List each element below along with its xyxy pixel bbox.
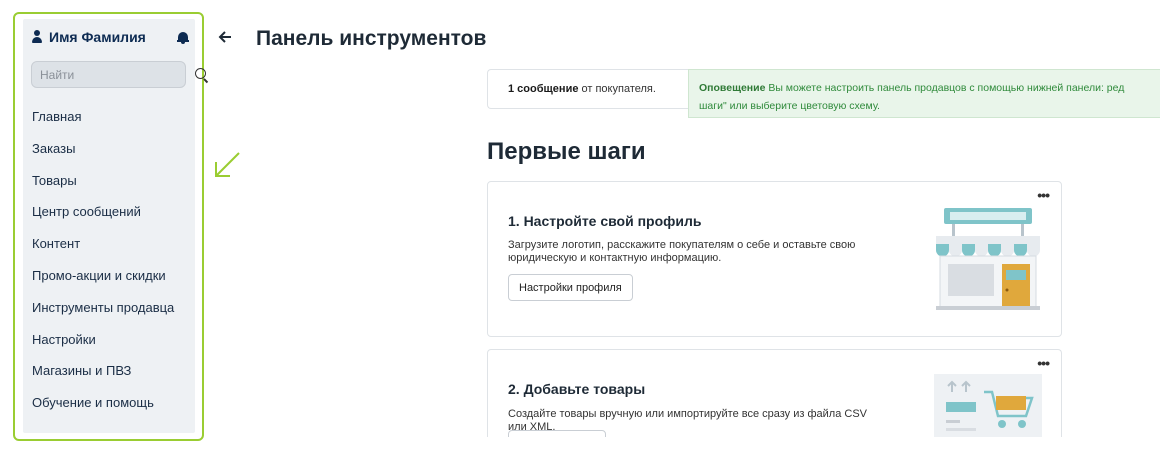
back-arrow-icon[interactable]: [218, 30, 232, 44]
sidebar-item-learning-help[interactable]: Обучение и помощь: [32, 395, 192, 427]
page-title: Панель инструментов: [256, 27, 487, 50]
card-title: 2. Добавьте товары: [508, 381, 646, 397]
card-menu-icon[interactable]: •••: [1037, 355, 1050, 371]
sidebar-item-orders[interactable]: Заказы: [32, 141, 192, 173]
search-box: [31, 61, 209, 88]
sidebar-nav: Главная Заказы Товары Центр сообщений Ко…: [32, 109, 192, 427]
user-icon: [31, 30, 43, 44]
section-title: Первые шаги: [487, 138, 646, 165]
annotation-arrow-icon: [215, 152, 240, 177]
sidebar-item-products[interactable]: Товары: [32, 173, 192, 205]
sidebar-item-stores-pickup[interactable]: Магазины и ПВЗ: [32, 363, 192, 395]
alert-line2: шаги" или выберите цветовую схему.: [699, 100, 880, 112]
alert-banner: Оповещение Вы можете настроить панель пр…: [688, 69, 1160, 118]
message-count: 1 сообщение: [508, 83, 579, 95]
sidebar-item-home[interactable]: Главная: [32, 109, 192, 141]
user-row[interactable]: Имя Фамилия: [31, 28, 189, 46]
sidebar: Имя Фамилия Главная Заказы Товары Центр …: [23, 19, 209, 433]
profile-settings-button[interactable]: Настройки профиля: [508, 274, 633, 301]
alert-label: Оповещение: [699, 82, 766, 94]
card-description: Загрузите логотип, расскажите покупателя…: [508, 239, 856, 264]
sidebar-item-promotions[interactable]: Промо-акции и скидки: [32, 268, 192, 300]
step-card-profile: ••• 1. Настройте свой профиль Загрузите …: [487, 181, 1062, 337]
sidebar-item-content[interactable]: Контент: [32, 236, 192, 268]
message-notice[interactable]: 1 сообщение от покупателя.: [487, 69, 689, 109]
storefront-icon: [936, 208, 1040, 310]
sidebar-item-message-center[interactable]: Центр сообщений: [32, 204, 192, 236]
sidebar-item-settings[interactable]: Настройки: [32, 332, 192, 364]
card-menu-icon[interactable]: •••: [1037, 187, 1050, 203]
bell-icon[interactable]: [177, 31, 189, 44]
step-card-products: ••• 2. Добавьте товары Создайте товары в…: [487, 349, 1062, 437]
search-input[interactable]: [40, 67, 195, 82]
add-products-button[interactable]: [508, 430, 606, 437]
sidebar-item-seller-tools[interactable]: Инструменты продавца: [32, 300, 192, 332]
user-name[interactable]: Имя Фамилия: [49, 29, 177, 45]
shopping-cart-icon: [934, 374, 1042, 437]
alert-line1: Вы можете настроить панель продавцов с п…: [765, 82, 1125, 94]
message-text: от покупателя.: [578, 83, 656, 95]
card-title: 1. Настройте свой профиль: [508, 213, 702, 229]
